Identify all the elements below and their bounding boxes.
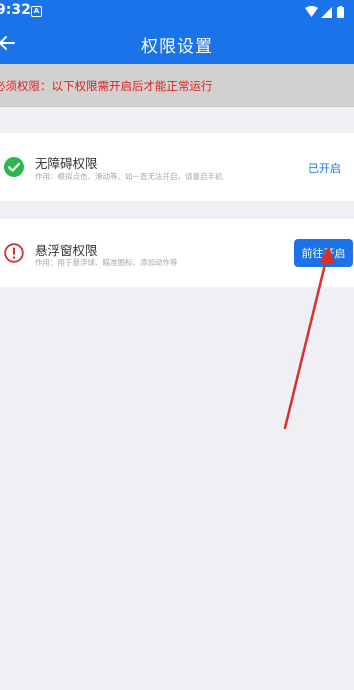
go-enable-button[interactable]: 前往开启 bbox=[294, 239, 353, 267]
required-permissions-notice: 必须权限：以下权限需开启后才能正常运行 bbox=[0, 64, 354, 107]
check-circle-icon bbox=[4, 157, 24, 177]
notification-app-icon: A bbox=[31, 6, 42, 17]
alert-circle-icon bbox=[4, 243, 24, 263]
page-title: 权限设置 bbox=[141, 37, 213, 57]
signal-icon bbox=[321, 7, 332, 18]
notice-text: 必须权限：以下权限需开启后才能正常运行 bbox=[0, 79, 213, 93]
permission-description: 作用：模拟点击、滑动等。如一直无法开启，请重启手机 bbox=[35, 172, 223, 181]
permission-title: 无障碍权限 bbox=[35, 156, 98, 171]
permission-enabled-status: 已开启 bbox=[308, 162, 341, 175]
wifi-icon bbox=[305, 6, 318, 17]
permission-description: 作用：用于悬浮球、瞄准图标、添加动作等 bbox=[35, 258, 178, 267]
status-icons-svg bbox=[305, 6, 344, 18]
battery-icon bbox=[337, 7, 344, 18]
status-time: 9:32 bbox=[0, 2, 31, 18]
status-bar: 9:32 A bbox=[0, 0, 354, 22]
permission-card-overlay: 悬浮窗权限 作用：用于悬浮球、瞄准图标、添加动作等 前往开启 bbox=[0, 219, 354, 287]
permission-card-accessibility: 无障碍权限 作用：模拟点击、滑动等。如一直无法开启，请重启手机 已开启 bbox=[0, 133, 354, 201]
toolbar: 权限设置 bbox=[0, 22, 354, 64]
status-icons bbox=[304, 4, 348, 18]
app-header: 9:32 A 权限设置 bbox=[0, 0, 354, 64]
